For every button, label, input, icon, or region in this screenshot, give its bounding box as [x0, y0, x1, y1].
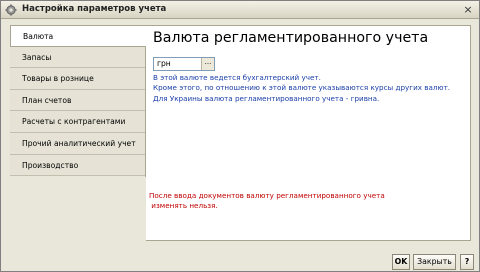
info-text: В этой валюте ведется бухгалтерский учет… — [153, 73, 450, 104]
tab-retail-goods[interactable]: Товары в рознице — [10, 68, 145, 90]
panel-heading: Валюта регламентированного учета — [153, 30, 429, 46]
ok-button[interactable]: OK — [392, 254, 410, 270]
tab-inventory[interactable]: Запасы — [10, 46, 145, 69]
info-line: Для Украины валюта регламентированного у… — [153, 93, 380, 103]
info-line: Кроме этого, по отношению к этой валюте … — [153, 83, 451, 93]
close-button[interactable]: Закрыть — [413, 254, 456, 270]
tab-counterparty-settlements[interactable]: Расчеты с контрагентами — [10, 111, 145, 133]
warning-text: После ввода документов валюту регламенти… — [149, 191, 385, 212]
currency-select-button[interactable]: ... — [201, 58, 214, 70]
currency-input[interactable]: грн ... — [153, 57, 215, 71]
currency-panel: Валюта регламентированного учета грн ...… — [146, 25, 471, 241]
window-title: Настройка параметров учета — [22, 4, 167, 14]
tab-production[interactable]: Производство — [10, 154, 145, 177]
info-line: В этой валюте ведется бухгалтерский учет… — [153, 73, 321, 82]
close-window-button[interactable]: × — [461, 3, 475, 16]
help-button[interactable]: ? — [460, 254, 474, 270]
tab-chart-of-accounts[interactable]: План счетов — [10, 89, 145, 112]
tab-other-analytics[interactable]: Прочий аналитический учет — [10, 132, 145, 155]
title-bar: Настройка параметров учета × — [1, 1, 479, 19]
gear-icon — [5, 4, 17, 16]
settings-sidebar: Валюта Запасы Товары в рознице План счет… — [10, 25, 146, 177]
warning-line: изменять нельзя. — [149, 201, 218, 211]
tab-currency[interactable]: Валюта — [10, 25, 146, 47]
currency-value: грн — [157, 59, 171, 68]
settings-window: Настройка параметров учета × Валюта Запа… — [0, 0, 480, 272]
warning-line: После ввода документов валюту регламенти… — [149, 191, 385, 200]
